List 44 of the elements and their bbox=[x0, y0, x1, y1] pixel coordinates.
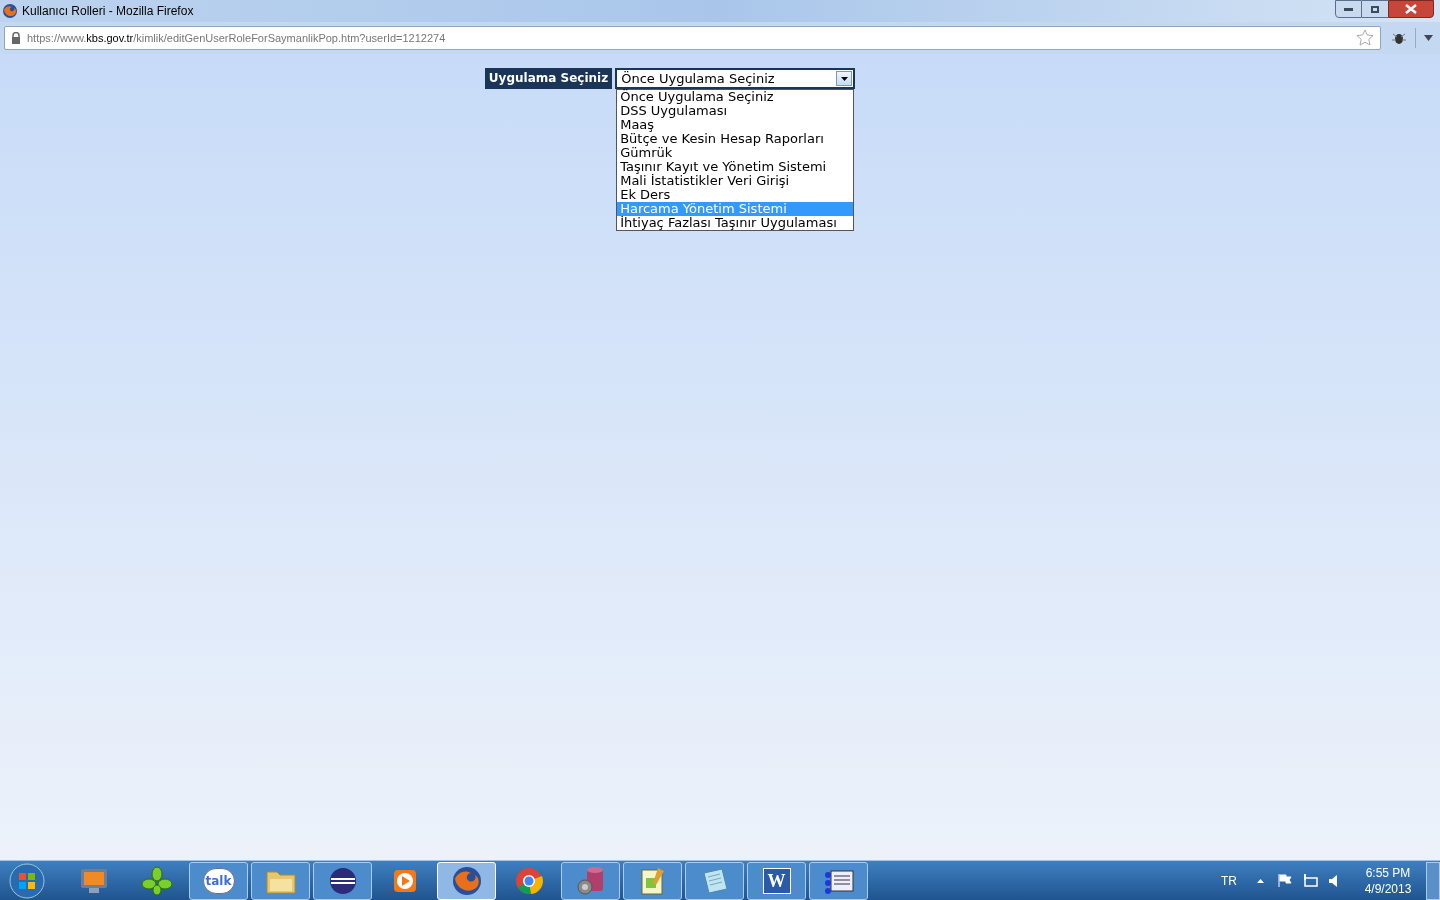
speaker-icon[interactable] bbox=[1328, 873, 1338, 888]
network-icon[interactable] bbox=[1302, 873, 1318, 888]
address-bar[interactable]: https://www.kbs.gov.tr/kimlik/editGenUserRoleForSaymanlikPop.htm?userId=1212274 bbox=[4, 26, 1381, 50]
dropdown-arrow-icon[interactable] bbox=[1424, 35, 1433, 41]
dropdown-option[interactable]: Gümrük bbox=[617, 146, 854, 160]
dropdown-option[interactable]: Önce Uygulama Seçiniz bbox=[617, 90, 854, 104]
leaf-icon bbox=[140, 865, 173, 896]
clock[interactable]: 6:55 PM 4/9/2013 bbox=[1358, 864, 1418, 897]
bug-icon[interactable] bbox=[1391, 31, 1407, 45]
dropdown-option[interactable]: Maaş bbox=[617, 118, 854, 132]
dropdown-option[interactable]: Bütçe ve Kesin Hesap Raporları bbox=[617, 132, 854, 146]
restore-button[interactable] bbox=[1362, 0, 1388, 18]
lock-icon bbox=[11, 32, 21, 44]
taskbar-button[interactable]: W bbox=[747, 861, 806, 900]
application-select[interactable]: Önce Uygulama Seçiniz bbox=[615, 68, 856, 89]
star-icon[interactable] bbox=[1356, 29, 1374, 47]
flag-icon[interactable] bbox=[1278, 874, 1292, 887]
chat-bubble-icon: talk bbox=[202, 867, 235, 894]
taskbar-button[interactable]: talk bbox=[189, 861, 248, 900]
browser-logo-icon bbox=[513, 865, 544, 896]
show-desktop-button[interactable] bbox=[1426, 861, 1440, 900]
dropdown-option[interactable]: DSS Uygulaması bbox=[617, 104, 854, 118]
clock-date: 4/9/2013 bbox=[1364, 880, 1412, 897]
taskbar-button[interactable] bbox=[313, 861, 372, 900]
clock-time: 6:55 PM bbox=[1365, 864, 1411, 881]
language-indicator[interactable]: TR bbox=[1221, 871, 1237, 890]
caret-up-icon[interactable] bbox=[1257, 878, 1264, 883]
url-text: https://www.kbs.gov.tr/kimlik/editGenUserRoleForSaymanlikPop.htm?userId=1212274 bbox=[27, 30, 446, 46]
taskbar-button[interactable] bbox=[809, 861, 868, 900]
dropdown-option[interactable]: Taşınır Kayıt ve Yönetim Sistemi bbox=[617, 160, 854, 174]
start-button[interactable] bbox=[7, 861, 47, 900]
document-letter-icon: W bbox=[762, 867, 791, 894]
sphere-icon bbox=[327, 865, 358, 896]
close-icon bbox=[1405, 4, 1417, 14]
close-button[interactable] bbox=[1388, 0, 1434, 18]
fox-globe-icon bbox=[2, 3, 18, 19]
field-label: Uygulama Seçiniz bbox=[484, 68, 613, 89]
minimize-button[interactable] bbox=[1335, 0, 1362, 18]
dropdown-option[interactable]: Mali İstatistikler Veri Girişi bbox=[617, 174, 854, 188]
dropdown-option[interactable]: Ek Ders bbox=[617, 188, 854, 202]
windows-logo-icon bbox=[9, 862, 45, 899]
fox-globe-icon bbox=[450, 864, 483, 897]
window-title: Kullanıcı Rolleri - Mozilla Firefox bbox=[22, 3, 194, 20]
dropdown-option[interactable]: İhtiyaç Fazlası Taşınır Uygulaması bbox=[617, 216, 854, 230]
